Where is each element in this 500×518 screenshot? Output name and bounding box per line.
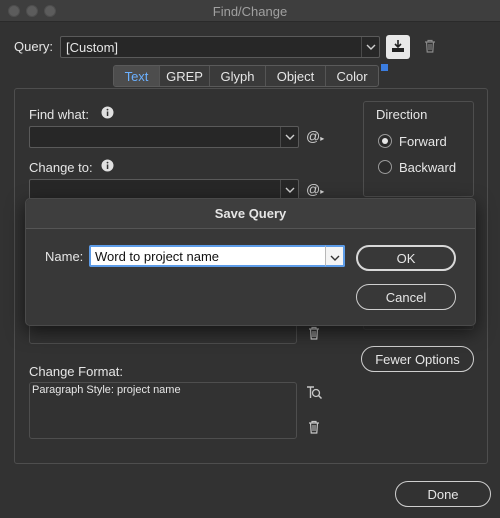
query-name-value: Word to project name (95, 249, 220, 264)
query-select[interactable]: [Custom] (60, 36, 380, 58)
tab-text[interactable]: Text (114, 66, 160, 86)
change-to-label: Change to: (29, 160, 93, 175)
backward-radio[interactable] (378, 160, 392, 174)
backward-label[interactable]: Backward (399, 160, 456, 175)
change-format-label: Change Format: (29, 364, 123, 379)
query-label: Query: (14, 39, 54, 54)
format-search-icon (305, 385, 323, 404)
trash-icon (424, 39, 436, 56)
clear-find-format-button[interactable] (306, 326, 322, 342)
find-what-field[interactable] (29, 126, 299, 148)
chevron-down-icon (361, 37, 379, 57)
specify-change-format-button[interactable] (304, 384, 324, 404)
chevron-down-icon (330, 249, 340, 264)
done-button[interactable]: Done (395, 481, 491, 507)
cancel-button[interactable]: Cancel (356, 284, 456, 310)
clear-change-format-button[interactable] (306, 420, 322, 436)
tab-color[interactable]: Color (326, 66, 378, 86)
trash-icon (308, 420, 320, 437)
save-query-title: Save Query (26, 199, 475, 229)
save-query-button[interactable] (386, 35, 410, 59)
title-bar: Find/Change (0, 0, 500, 22)
save-query-dialog: Save Query Name: Word to project name OK… (25, 198, 476, 326)
tab-grep[interactable]: GREP (160, 66, 210, 86)
info-icon[interactable] (101, 159, 114, 175)
find-what-label: Find what: (29, 107, 89, 122)
tab-object[interactable]: Object (266, 66, 326, 86)
special-characters-find-icon[interactable]: @▸ (306, 128, 324, 144)
forward-radio[interactable] (378, 134, 392, 148)
chevron-down-icon (280, 180, 298, 200)
delete-query-button[interactable] (421, 37, 439, 57)
change-format-value: Paragraph Style: project name (32, 384, 181, 396)
query-name-dropdown[interactable] (325, 245, 345, 267)
info-icon[interactable] (101, 106, 114, 122)
tab-corner-indicator (381, 64, 388, 71)
query-name-input[interactable]: Word to project name (89, 245, 345, 267)
tab-glyph[interactable]: Glyph (210, 66, 266, 86)
ok-button[interactable]: OK (356, 245, 456, 271)
window-title: Find/Change (212, 4, 288, 19)
query-value: [Custom] (66, 40, 119, 55)
chevron-down-icon (280, 127, 298, 147)
save-query-icon (390, 38, 406, 57)
trash-icon (308, 326, 320, 343)
search-mode-tabs: Text GREP Glyph Object Color (113, 65, 379, 87)
fewer-options-button[interactable]: Fewer Options (361, 346, 474, 372)
special-characters-change-icon[interactable]: @▸ (306, 181, 324, 197)
name-label: Name: (45, 249, 84, 264)
forward-label[interactable]: Forward (399, 134, 447, 149)
direction-label: Direction (376, 107, 428, 122)
change-format-box[interactable]: Paragraph Style: project name (29, 382, 297, 439)
